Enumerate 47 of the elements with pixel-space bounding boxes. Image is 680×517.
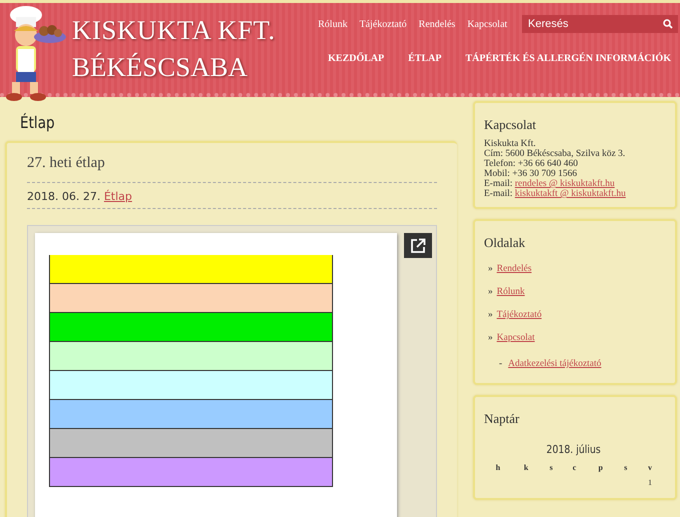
site-title[interactable]: KISKUKTA KFT. [72, 15, 278, 46]
nav-link[interactable]: Kapcsolat [467, 18, 508, 30]
nav-link[interactable]: ÉTLAP [408, 53, 442, 64]
bullet-mark: » [488, 310, 493, 320]
widget-title: Kapcsolat [484, 117, 537, 133]
expand-icon [410, 238, 426, 254]
page-link[interactable]: Rólunk [496, 287, 525, 297]
weekday-label: s [623, 462, 628, 474]
contact-text: Kiskukta Kft. [484, 139, 537, 149]
contact-text: Mobil: +36 30 709 1566 [484, 169, 578, 179]
post-date: 2018. 06. 27. [27, 190, 100, 203]
widget-title: Oldalak [484, 235, 526, 251]
weekday-label: h [494, 462, 502, 474]
search-field[interactable]: Keresés [522, 15, 678, 33]
nav-link[interactable]: Tájékoztató [359, 18, 407, 30]
contact-text: Cím: 5600 Békéscsaba, Szilva köz 3. [484, 149, 626, 159]
weekday-label: p [597, 462, 604, 474]
page-link[interactable]: Rendelés [496, 264, 532, 274]
email-link[interactable]: kiskuktakft @ kiskuktakft.hu [514, 189, 626, 199]
expand-button[interactable] [404, 233, 432, 258]
calendar-day[interactable]: 1 [636, 475, 663, 490]
bullet-mark: » [488, 333, 493, 343]
bullet-mark: » [488, 264, 493, 274]
widget-title: Naptár [484, 411, 520, 427]
search-icon[interactable] [663, 19, 673, 29]
contact-text: Telefon: +36 66 640 460 [484, 159, 579, 169]
page-link[interactable]: Kapcsolat [496, 333, 535, 343]
page-link[interactable]: Adatkezelési tájékoztató [508, 359, 602, 369]
bullet-mark: » [488, 287, 493, 297]
email-link[interactable]: rendeles @ kiskuktakft.hu [514, 179, 615, 189]
weekday-label: s [548, 462, 554, 474]
contact-label: E-mail: [484, 189, 512, 199]
weekday-label: v [646, 462, 653, 474]
weekday-label: c [572, 462, 578, 474]
post-title: 27. heti étlap [27, 155, 437, 183]
weekday-label: k [522, 462, 530, 474]
page-title: Étlap [20, 113, 56, 132]
page-link[interactable]: Tájékoztató [496, 310, 542, 320]
bullet-mark: - [499, 359, 502, 369]
nav-link[interactable]: KEZDŐLAP [328, 53, 384, 64]
nav-link[interactable]: Rendelés [418, 18, 456, 30]
nav-link[interactable]: TÁPÉRTÉK ÉS ALLERGÉN INFORMÁCIÓK [465, 53, 671, 64]
nav-link[interactable]: Rólunk [318, 18, 348, 30]
category-link[interactable]: Étlap [104, 190, 132, 203]
contact-label: E-mail: [484, 179, 512, 189]
site-subtitle: BÉKÉSCSABA [72, 52, 249, 83]
calendar-month: 2018. július [545, 443, 602, 456]
